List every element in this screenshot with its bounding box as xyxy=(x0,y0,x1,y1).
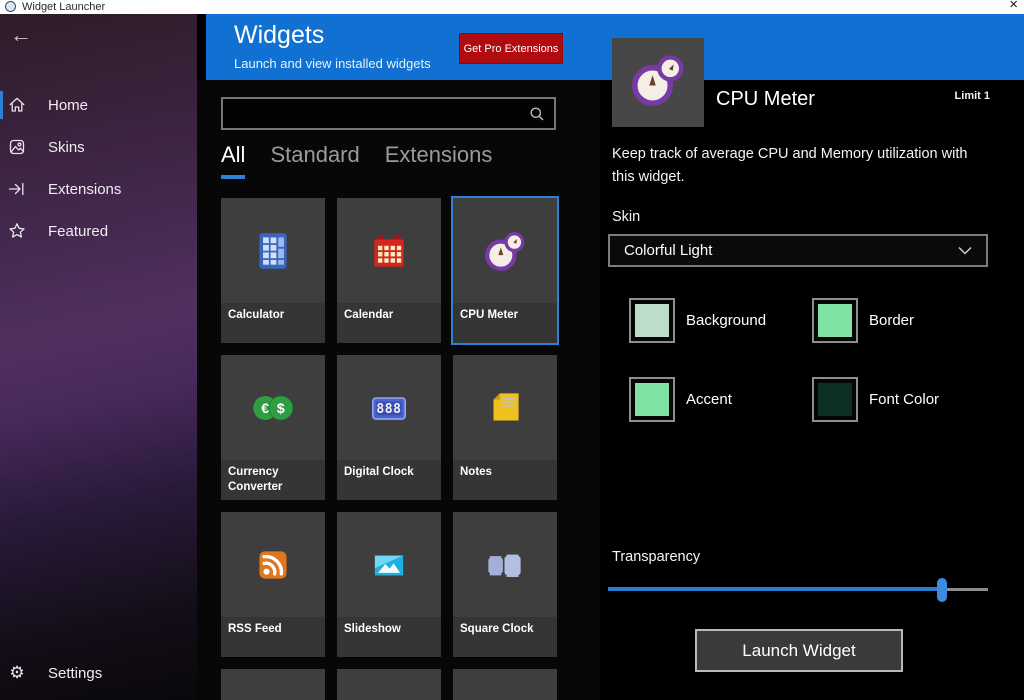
sidebar-item-skins[interactable]: Skins xyxy=(0,126,197,168)
detail-widget-name: CPU Meter xyxy=(716,88,815,111)
sidebar-item-label: Extensions xyxy=(48,181,121,198)
widget-tile-cpu-meter[interactable]: CPU Meter xyxy=(453,198,557,343)
widget-tile-notes[interactable]: Notes xyxy=(453,355,557,500)
gear-icon: ⚙ xyxy=(8,664,26,682)
chevron-down-icon xyxy=(958,242,972,259)
skin-dropdown[interactable]: Colorful Light xyxy=(608,234,988,267)
search-input[interactable] xyxy=(223,106,524,122)
svg-text:888: 888 xyxy=(376,402,401,417)
widget-tile-label: Currency Converter xyxy=(221,460,325,500)
svg-text:$: $ xyxy=(277,400,285,416)
search-icon[interactable] xyxy=(524,106,550,122)
calendar-icon xyxy=(337,198,441,303)
square-clock-icon xyxy=(453,512,557,617)
widget-tile-partial[interactable] xyxy=(221,669,325,700)
widget-tile-slideshow[interactable]: Slideshow xyxy=(337,512,441,657)
limit-badge: Limit 1 xyxy=(955,90,990,102)
widget-tile-label: Calculator xyxy=(221,303,325,343)
currency-converter-icon: € $ xyxy=(221,355,325,460)
skin-color-swatches: Background Border Accent Font Color xyxy=(629,298,995,456)
page-subtitle: Launch and view installed widgets xyxy=(234,56,431,71)
titlebar: Widget Launcher × xyxy=(0,0,1024,14)
back-arrow-icon[interactable]: ← xyxy=(10,22,32,48)
widget-grid: Calculator Calendar xyxy=(221,198,581,700)
swatch-color xyxy=(635,304,669,337)
swatch-label: Border xyxy=(869,312,995,329)
tab-extensions[interactable]: Extensions xyxy=(385,142,493,179)
widget-tile-partial[interactable] xyxy=(453,669,557,700)
transparency-slider[interactable] xyxy=(608,578,988,602)
detail-description: Keep track of average CPU and Memory uti… xyxy=(612,143,984,189)
slideshow-icon xyxy=(337,512,441,617)
window-title: Widget Launcher xyxy=(22,0,105,14)
widget-tile-square-clock[interactable]: Square Clock xyxy=(453,512,557,657)
star-icon xyxy=(8,222,26,240)
swatch-color xyxy=(818,304,852,337)
sidebar-item-label: Home xyxy=(48,97,88,114)
border-color-swatch[interactable] xyxy=(812,298,858,343)
sidebar-item-extensions[interactable]: Extensions xyxy=(0,168,197,210)
cpu-meter-icon xyxy=(453,198,557,303)
tab-standard[interactable]: Standard xyxy=(270,142,359,179)
widget-tile-label: CPU Meter xyxy=(453,303,557,343)
swatch-row: Accent Font Color xyxy=(629,377,995,422)
font-color-swatch[interactable] xyxy=(812,377,858,422)
background-color-swatch[interactable] xyxy=(629,298,675,343)
image-icon xyxy=(8,138,26,156)
svg-text:€: € xyxy=(261,400,269,416)
widget-tile-calculator[interactable]: Calculator xyxy=(221,198,325,343)
sidebar-item-label: Featured xyxy=(48,223,108,240)
widget-tile-label: Notes xyxy=(453,460,557,500)
arrow-into-bar-icon xyxy=(8,180,26,198)
widget-tile-label: Calendar xyxy=(337,303,441,343)
swatch-label: Font Color xyxy=(869,391,995,408)
home-icon xyxy=(8,96,26,114)
slider-thumb[interactable] xyxy=(937,578,947,602)
skin-label: Skin xyxy=(612,209,640,225)
sidebar-item-featured[interactable]: Featured xyxy=(0,210,197,252)
widget-tile-label: Square Clock xyxy=(453,617,557,657)
swatch-color xyxy=(635,383,669,416)
skin-dropdown-value: Colorful Light xyxy=(624,242,712,259)
app-icon xyxy=(5,1,16,12)
widget-tile-partial[interactable] xyxy=(337,669,441,700)
sidebar-item-label: Skins xyxy=(48,139,85,156)
launch-widget-button[interactable]: Launch Widget xyxy=(695,629,903,672)
rss-feed-icon xyxy=(221,512,325,617)
widget-detail-panel: CPU Meter Limit 1 Keep track of average … xyxy=(600,80,1024,700)
transparency-label: Transparency xyxy=(612,549,700,565)
sidebar-item-home[interactable]: Home xyxy=(0,84,197,126)
widget-tile-rss-feed[interactable]: RSS Feed xyxy=(221,512,325,657)
library-tabs: All Standard Extensions xyxy=(221,142,492,179)
tab-all[interactable]: All xyxy=(221,142,245,179)
swatch-label: Background xyxy=(686,312,812,329)
accent-color-swatch[interactable] xyxy=(629,377,675,422)
get-pro-extensions-button[interactable]: Get Pro Extensions xyxy=(459,33,563,64)
sidebar-item-label: Settings xyxy=(48,665,102,682)
slider-fill xyxy=(608,587,942,591)
close-icon[interactable]: × xyxy=(1009,0,1018,13)
calculator-icon xyxy=(221,198,325,303)
sidebar: ← Home Skins Extensions xyxy=(0,14,197,700)
page-title: Widgets xyxy=(234,21,324,50)
sidebar-nav: Home Skins Extensions Featured xyxy=(0,84,197,252)
swatch-color xyxy=(818,383,852,416)
notes-icon xyxy=(453,355,557,460)
sidebar-item-settings[interactable]: ⚙ Settings xyxy=(0,652,197,694)
widget-tile-label: Digital Clock xyxy=(337,460,441,500)
widget-launcher-window: Widget Launcher × ← Home Skins xyxy=(0,0,1024,700)
cpu-meter-icon xyxy=(627,50,689,115)
detail-widget-icon-tile xyxy=(612,38,704,127)
search-box xyxy=(221,97,556,130)
widget-tile-label: Slideshow xyxy=(337,617,441,657)
widget-tile-currency-converter[interactable]: € $ Currency Converter xyxy=(221,355,325,500)
digital-clock-icon: 888 xyxy=(337,355,441,460)
swatch-row: Background Border xyxy=(629,298,995,343)
widget-tile-calendar[interactable]: Calendar xyxy=(337,198,441,343)
widget-tile-label: RSS Feed xyxy=(221,617,325,657)
swatch-label: Accent xyxy=(686,391,812,408)
widget-library-panel: All Standard Extensions Calculator xyxy=(197,80,600,700)
widget-tile-digital-clock[interactable]: 888 Digital Clock xyxy=(337,355,441,500)
